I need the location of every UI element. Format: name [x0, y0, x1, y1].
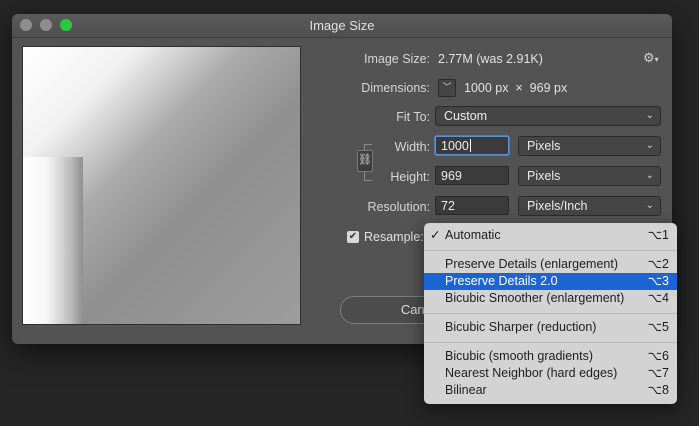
width-input[interactable]: 1000 — [435, 136, 509, 155]
menu-item-label: Preserve Details (enlargement) — [445, 257, 618, 271]
menu-item-nearest-neighbor[interactable]: Nearest Neighbor (hard edges) ⌥7 — [424, 365, 677, 382]
text-caret — [469, 139, 471, 152]
dimensions-units-dropdown[interactable]: ﹀ — [438, 79, 456, 97]
window-title: Image Size — [309, 18, 375, 33]
menu-item-label: Preserve Details 2.0 — [445, 274, 558, 288]
dimensions-label: Dimensions: — [361, 81, 430, 95]
height-unit-value: Pixels — [527, 169, 561, 183]
menu-separator — [424, 250, 677, 251]
dimensions-value: 1000 px × 969 px — [464, 81, 568, 95]
menu-item-label: Nearest Neighbor (hard edges) — [445, 366, 618, 380]
menu-item-shortcut: ⌥2 — [647, 257, 669, 271]
preview-image-content — [23, 157, 83, 324]
resolution-label: Resolution: — [367, 200, 430, 214]
menu-item-shortcut: ⌥6 — [647, 349, 669, 363]
menu-item-preserve-details-2[interactable]: Preserve Details 2.0 ⌥3 — [424, 273, 677, 290]
chevron-down-icon: ⌄ — [645, 110, 654, 121]
menu-item-label: Bicubic (smooth gradients) — [445, 349, 593, 363]
menu-item-shortcut: ⌥8 — [647, 383, 669, 397]
checkmark-icon: ✓ — [430, 228, 441, 242]
width-value: 1000 — [441, 139, 469, 153]
fit-to-value: Custom — [444, 109, 488, 123]
menu-separator — [424, 342, 677, 343]
fit-to-label: Fit To: — [396, 110, 430, 124]
title-bar: Image Size — [12, 14, 672, 38]
resample-checkbox[interactable]: ✔ — [347, 231, 359, 243]
width-label: Width: — [394, 140, 430, 154]
menu-item-label: Bilinear — [445, 383, 487, 397]
resolution-input[interactable]: 72 — [435, 196, 509, 215]
height-unit-select[interactable]: Pixels ⌄ — [518, 166, 661, 186]
resolution-unit-value: Pixels/Inch — [527, 199, 588, 213]
chevron-down-icon: ⌄ — [645, 170, 654, 181]
menu-item-shortcut: ⌥4 — [647, 291, 669, 305]
menu-item-label: Bicubic Sharper (reduction) — [445, 320, 597, 334]
menu-item-shortcut: ⌥1 — [647, 228, 669, 242]
menu-item-label: Bicubic Smoother (enlargement) — [445, 291, 625, 305]
image-preview[interactable] — [22, 46, 301, 325]
checkmark-icon: ✔ — [348, 231, 358, 242]
menu-separator — [424, 313, 677, 314]
menu-item-label: Automatic — [445, 228, 501, 242]
menu-item-bicubic[interactable]: Bicubic (smooth gradients) ⌥6 — [424, 348, 677, 365]
menu-item-shortcut: ⌥3 — [647, 274, 669, 288]
height-label: Height: — [390, 170, 430, 184]
menu-item-shortcut: ⌥7 — [647, 366, 669, 380]
gear-icon[interactable]: ⚙▾ — [643, 50, 659, 66]
menu-item-bicubic-smoother[interactable]: Bicubic Smoother (enlargement) ⌥4 — [424, 290, 677, 307]
width-unit-select[interactable]: Pixels ⌄ — [518, 136, 661, 156]
menu-item-bilinear[interactable]: Bilinear ⌥8 — [424, 382, 677, 399]
menu-item-shortcut: ⌥5 — [647, 320, 669, 334]
menu-item-automatic[interactable]: ✓ Automatic ⌥1 — [424, 227, 677, 244]
chevron-down-icon: ⌄ — [645, 200, 654, 211]
image-size-label: Image Size: — [363, 52, 430, 66]
fit-to-select[interactable]: Custom ⌄ — [435, 106, 661, 126]
chevron-down-icon: ⌄ — [645, 140, 654, 151]
resample-dropdown-menu: ✓ Automatic ⌥1 Preserve Details (enlarge… — [424, 223, 677, 404]
image-size-value: 2.77M (was 2.91K) — [438, 52, 543, 66]
chevron-down-icon: ﹀ — [442, 82, 452, 92]
resolution-unit-select[interactable]: Pixels/Inch ⌄ — [518, 196, 661, 216]
resample-label: Resample: — [364, 230, 424, 244]
menu-item-bicubic-sharper[interactable]: Bicubic Sharper (reduction) ⌥5 — [424, 319, 677, 336]
height-input[interactable]: 969 — [435, 166, 509, 185]
width-unit-value: Pixels — [527, 139, 561, 153]
menu-item-preserve-details[interactable]: Preserve Details (enlargement) ⌥2 — [424, 256, 677, 273]
